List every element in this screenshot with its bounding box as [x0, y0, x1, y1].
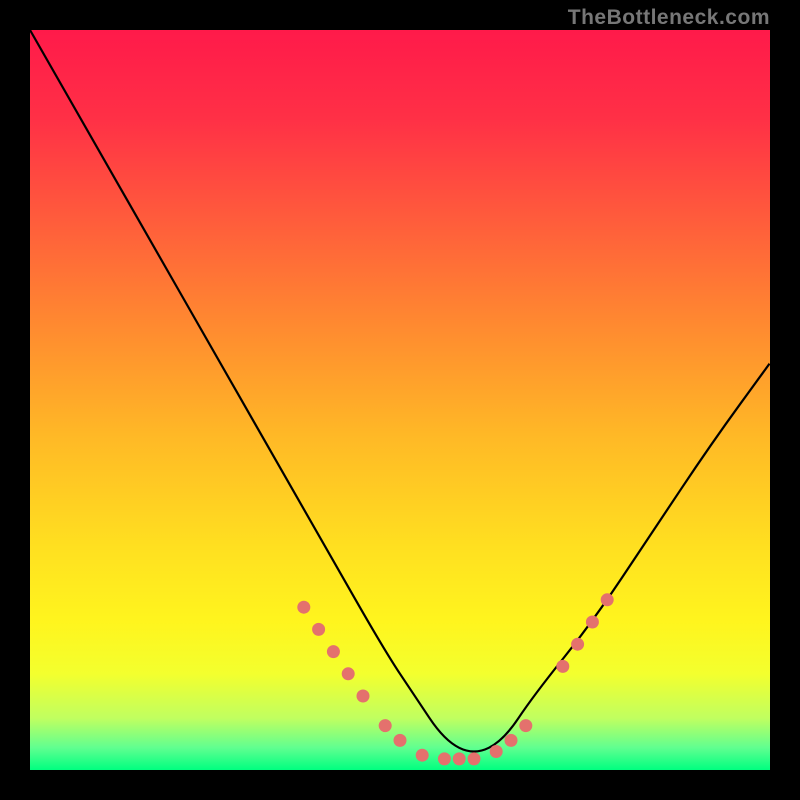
highlight-dot [453, 752, 466, 765]
highlight-dot [379, 719, 392, 732]
highlight-dot [586, 616, 599, 629]
highlight-dot [601, 593, 614, 606]
plot-area [30, 30, 770, 770]
highlight-dot [490, 745, 503, 758]
highlight-dot [556, 660, 569, 673]
highlight-dot [571, 638, 584, 651]
highlight-dot [394, 734, 407, 747]
bottleneck-curve [30, 30, 770, 770]
highlight-dot [505, 734, 518, 747]
highlight-dot [416, 749, 429, 762]
highlight-dot [327, 645, 340, 658]
highlight-dot [519, 719, 532, 732]
highlight-dot [312, 623, 325, 636]
highlight-dot [297, 601, 310, 614]
highlight-dot [438, 752, 451, 765]
highlight-dot [342, 667, 355, 680]
chart-frame: TheBottleneck.com [0, 0, 800, 800]
watermark: TheBottleneck.com [568, 6, 770, 30]
highlight-dot [468, 752, 481, 765]
highlight-dot [357, 690, 370, 703]
